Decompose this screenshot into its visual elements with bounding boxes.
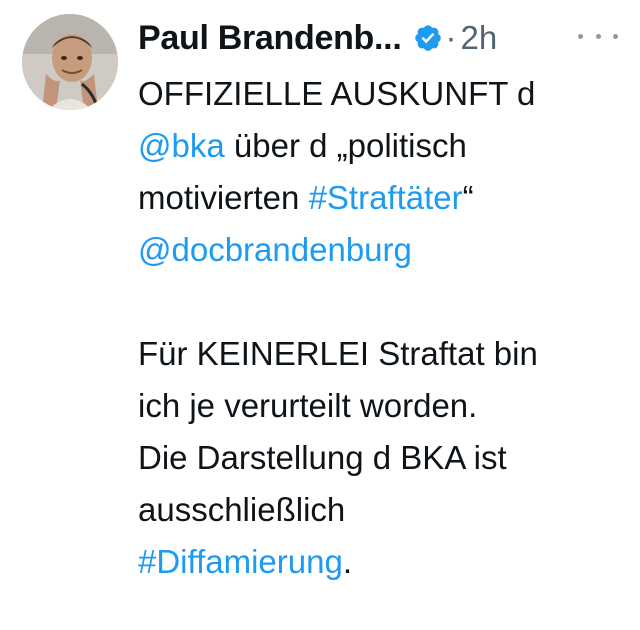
tweet-line: #Diffamierung.	[138, 536, 628, 588]
tweet-line: Für KEINERLEI Straftat bin	[138, 328, 628, 380]
tweet-line: OFFIZIELLE AUSKUNFT d	[138, 68, 628, 120]
text-segment: Die Darstellung d BKA ist	[138, 439, 507, 476]
tweet-line: @bka über d „politisch	[138, 120, 628, 172]
tweet-line: Die Darstellung d BKA ist	[138, 432, 628, 484]
tweet-line: motivierten #Straftäter“	[138, 172, 628, 224]
more-horizontal-icon[interactable]	[578, 26, 618, 46]
text-segment: OFFIZIELLE AUSKUNFT d	[138, 75, 536, 112]
tweet-header: Paul Brandenb... · 2h	[138, 8, 497, 68]
hashtag-link[interactable]: #Diffamierung	[138, 543, 343, 580]
time-separator: ·	[445, 19, 457, 56]
tweet-line: ausschließlich	[138, 484, 628, 536]
text-segment: motivierten	[138, 179, 309, 216]
text-segment: Für KEINERLEI Straftat bin	[138, 335, 538, 372]
text-segment: “	[462, 179, 474, 216]
text-segment: ich je verurteilt worden.	[138, 387, 478, 424]
timestamp[interactable]: 2h	[460, 19, 497, 57]
more-dot	[613, 33, 618, 39]
avatar[interactable]	[22, 14, 118, 110]
mention-link[interactable]: @bka	[138, 127, 225, 164]
text-segment: ausschließlich	[138, 491, 346, 528]
more-dot	[578, 33, 583, 39]
text-segment: über d „politisch	[224, 127, 467, 164]
avatar-photo	[22, 14, 118, 110]
hashtag-link[interactable]: #Straftäter	[309, 179, 463, 216]
tweet-line: ich je verurteilt worden.	[138, 380, 628, 432]
more-dot	[595, 33, 601, 39]
tweet-line: @docbrandenburg	[138, 224, 628, 276]
tweet-text: OFFIZIELLE AUSKUNFT d @bka über d „polit…	[138, 68, 628, 588]
mention-link[interactable]: @docbrandenburg	[138, 231, 412, 268]
text-segment: .	[342, 543, 353, 580]
author-name[interactable]: Paul Brandenb...	[138, 19, 402, 58]
verified-badge-icon	[413, 23, 443, 53]
